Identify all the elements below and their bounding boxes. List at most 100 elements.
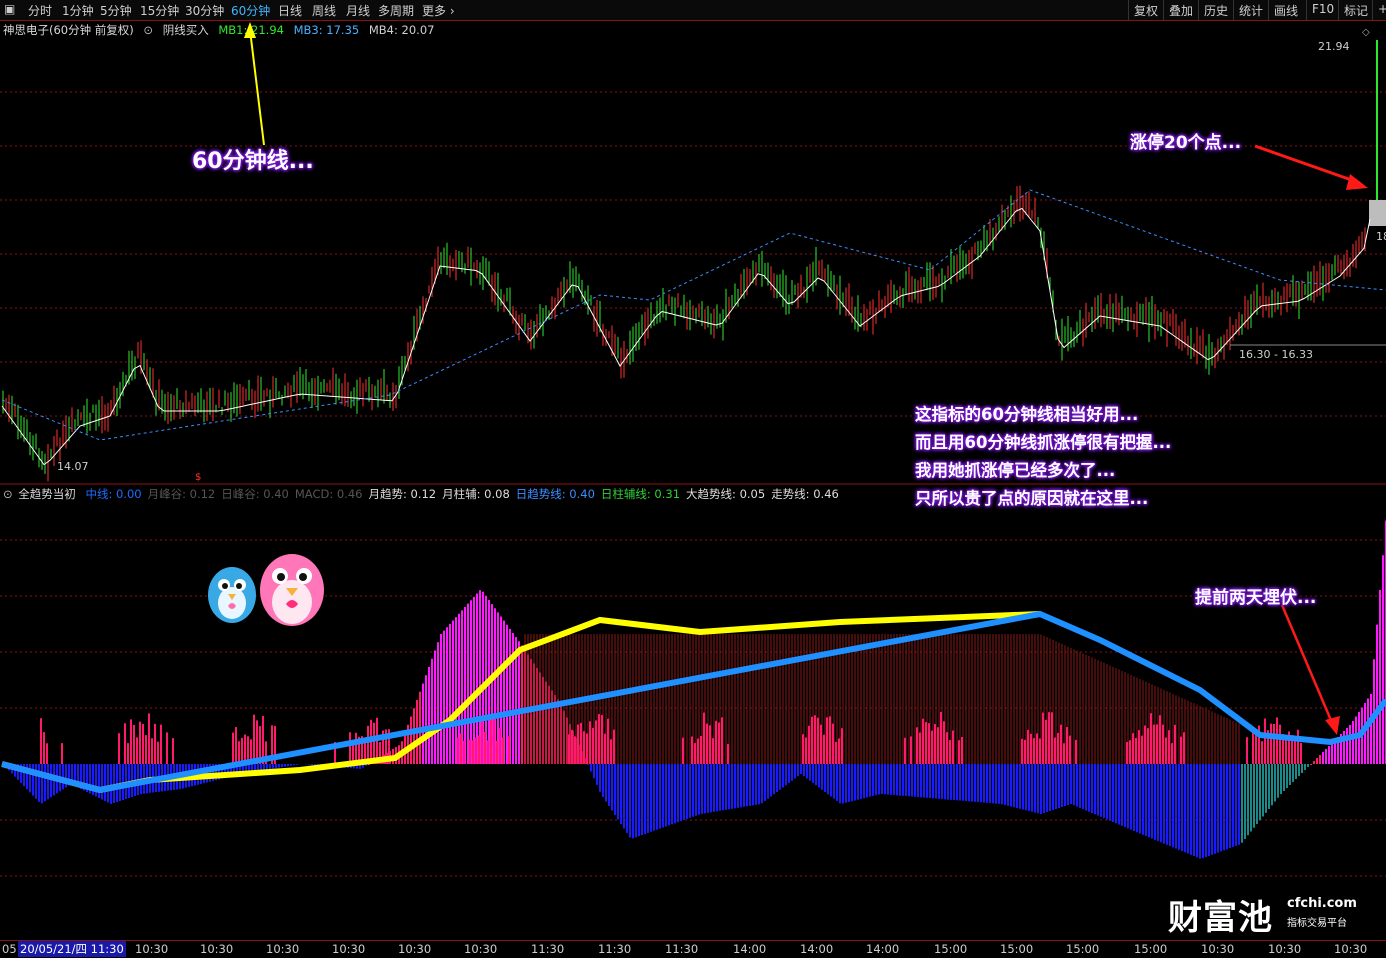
histogram-bar bbox=[425, 675, 427, 764]
time-axis-label: 14:00 bbox=[866, 942, 899, 956]
spike-bar bbox=[928, 723, 930, 764]
histogram-bar bbox=[830, 764, 832, 797]
spike-bar bbox=[934, 724, 936, 764]
histogram-bar bbox=[1004, 764, 1006, 805]
histogram-bar bbox=[857, 764, 859, 800]
histogram-bar bbox=[959, 764, 961, 801]
histogram-bar bbox=[740, 764, 742, 807]
histogram-bar bbox=[920, 764, 922, 797]
histogram-bar bbox=[965, 764, 967, 801]
histogram-bar bbox=[1157, 764, 1159, 841]
histogram-bar bbox=[1043, 764, 1045, 813]
histogram-bar bbox=[1199, 764, 1201, 859]
spike-bar bbox=[1135, 738, 1137, 764]
spike-bar bbox=[958, 740, 960, 764]
spike-bar bbox=[43, 732, 45, 764]
histogram-bar bbox=[638, 764, 640, 836]
histogram-bar bbox=[947, 764, 949, 800]
histogram-bar bbox=[1301, 764, 1303, 773]
histogram-bar bbox=[884, 764, 886, 794]
histogram-bar bbox=[671, 764, 673, 824]
histogram-bar bbox=[806, 764, 808, 779]
histogram-bar bbox=[1034, 764, 1036, 813]
histogram-bar bbox=[899, 764, 901, 796]
histogram-bar bbox=[605, 764, 607, 802]
histogram-bar bbox=[1253, 764, 1255, 828]
spike-bar bbox=[61, 743, 63, 764]
histogram-bar bbox=[629, 764, 631, 838]
spike-bar bbox=[166, 732, 168, 764]
arrow-head-ambush bbox=[1325, 716, 1340, 735]
histogram-bar bbox=[875, 764, 877, 795]
histogram-bar bbox=[1088, 764, 1090, 812]
histogram-bar bbox=[803, 764, 805, 776]
spike-bar bbox=[1153, 725, 1155, 764]
spike-bar bbox=[568, 734, 570, 764]
time-axis-start: 05 bbox=[2, 942, 17, 956]
sub-indicator-name[interactable]: 全趋势当初 bbox=[18, 487, 76, 501]
spike-bar bbox=[601, 715, 603, 764]
histogram-bar bbox=[47, 764, 49, 799]
histogram-bar bbox=[746, 764, 748, 806]
histogram-bar bbox=[860, 764, 862, 799]
histogram-bar bbox=[800, 764, 802, 774]
spike-bar bbox=[1138, 730, 1140, 764]
time-axis-label: 14:00 bbox=[733, 942, 766, 956]
histogram-bar bbox=[1313, 761, 1315, 764]
histogram-bar bbox=[1265, 764, 1267, 813]
histogram-bar bbox=[1220, 764, 1222, 852]
histogram-bar bbox=[1259, 764, 1261, 820]
histogram-bar bbox=[896, 764, 898, 795]
histogram-bar bbox=[308, 764, 310, 765]
diamond-icon[interactable]: ◇ bbox=[1362, 27, 1370, 38]
histogram-bar bbox=[677, 764, 679, 822]
histogram-bar bbox=[923, 764, 925, 798]
spike-bar bbox=[721, 717, 723, 764]
spike-bar bbox=[826, 717, 828, 764]
spike-bar bbox=[493, 716, 495, 764]
spike-bar bbox=[571, 730, 573, 764]
histogram-bar bbox=[779, 764, 781, 790]
spike-bar bbox=[1300, 743, 1302, 764]
spike-bar bbox=[1069, 736, 1071, 764]
spike-bar bbox=[496, 741, 498, 764]
histogram-bar bbox=[1007, 764, 1009, 806]
histogram-bar bbox=[977, 764, 979, 802]
spike-bar bbox=[829, 716, 831, 764]
histogram-bar bbox=[1031, 764, 1033, 812]
spike-bar bbox=[802, 734, 804, 764]
histogram-bar bbox=[635, 764, 637, 837]
histogram-bar bbox=[782, 764, 784, 788]
histogram-bar bbox=[866, 764, 868, 798]
histogram-bar bbox=[668, 764, 670, 825]
spike-bar bbox=[490, 716, 492, 764]
spike-bar bbox=[154, 724, 156, 764]
arrow-head-limit-up bbox=[1346, 174, 1368, 190]
sub-settings-icon[interactable]: ⊙ bbox=[3, 487, 13, 501]
histogram-bar bbox=[944, 764, 946, 799]
histogram-bar bbox=[1244, 764, 1246, 839]
histogram-bar bbox=[974, 764, 976, 802]
histogram-bar bbox=[1286, 764, 1288, 788]
histogram-bar bbox=[1322, 752, 1324, 764]
spike-bar bbox=[253, 715, 255, 764]
moving-average-lines bbox=[2, 190, 1386, 465]
histogram-bar bbox=[284, 764, 286, 767]
histogram-bar bbox=[695, 764, 697, 816]
histogram-bar bbox=[1241, 764, 1243, 843]
range-label: 16.30 - 16.33 bbox=[1239, 348, 1313, 361]
spike-bar bbox=[703, 713, 705, 764]
watermark-site: cfchi.com bbox=[1287, 896, 1357, 911]
histogram-bar bbox=[1118, 764, 1120, 825]
spike-bar bbox=[235, 727, 237, 764]
time-axis-label: 10:30 bbox=[1334, 942, 1367, 956]
histogram-bar bbox=[722, 764, 724, 810]
histogram-bar bbox=[1127, 764, 1129, 828]
spike-bar bbox=[139, 722, 141, 764]
histogram-bar bbox=[410, 717, 412, 765]
histogram-bar bbox=[1190, 764, 1192, 855]
spike-bar bbox=[694, 743, 696, 764]
histogram-bar bbox=[752, 764, 754, 805]
histogram-bar bbox=[1052, 764, 1054, 810]
time-axis-label: 14:00 bbox=[800, 942, 833, 956]
